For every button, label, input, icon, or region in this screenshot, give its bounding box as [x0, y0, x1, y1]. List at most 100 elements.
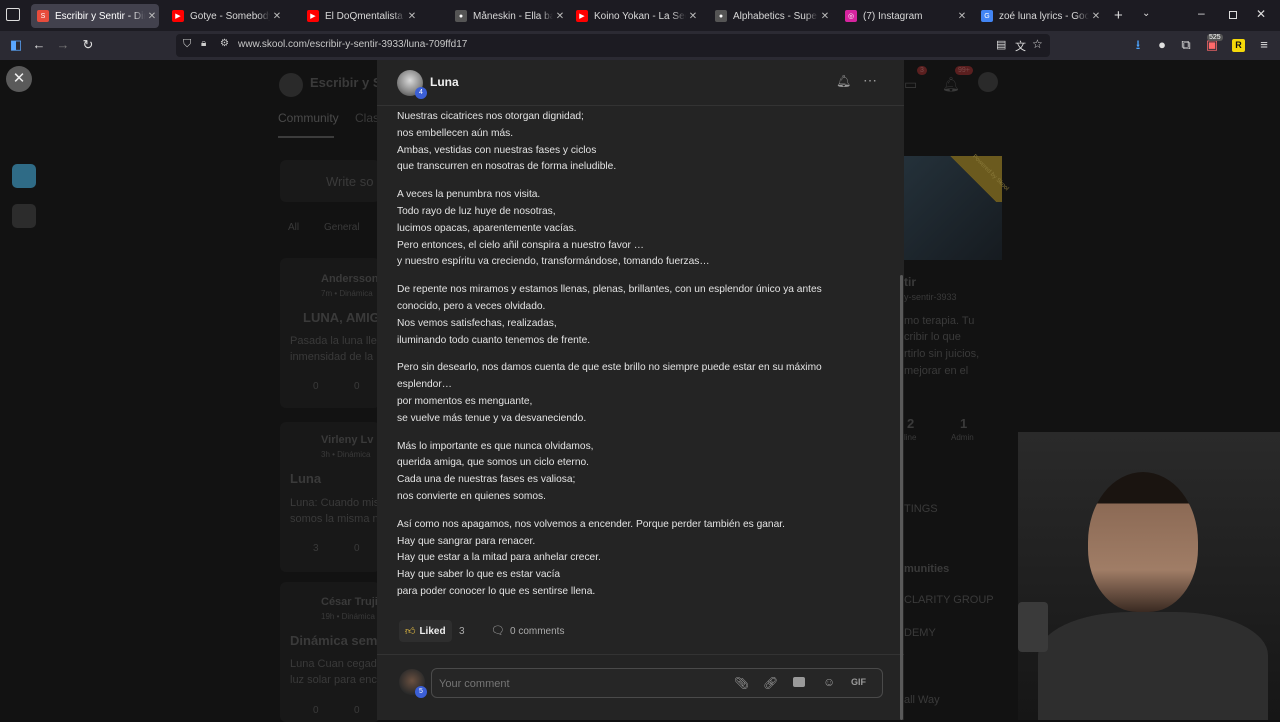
lock-icon[interactable]: 🔒︎ — [201, 38, 206, 49]
community-switch-2[interactable] — [12, 204, 36, 228]
minimize-icon[interactable]: – — [1198, 6, 1205, 20]
video-icon[interactable] — [793, 677, 805, 687]
filter-all[interactable]: All — [288, 222, 299, 233]
bell-icon-bg[interactable]: 🔔︎ — [942, 76, 960, 93]
reload-icon[interactable]: ↻ — [79, 36, 97, 54]
post1-body1: Pasada la luna llen — [290, 335, 383, 347]
close-window-icon[interactable]: ✕ — [1256, 7, 1266, 21]
post1-meta: 7m • Dinámica — [321, 289, 373, 298]
extension-r-icon[interactable]: R — [1232, 39, 1245, 52]
tab-close-icon[interactable]: ✕ — [1089, 11, 1103, 22]
community-item-1[interactable]: CLARITY GROUP — [904, 594, 994, 606]
browser-tab[interactable]: ● Måneskin - Ella baila sola✕ — [449, 4, 567, 28]
reader-view-icon[interactable]: ▤ — [996, 38, 1006, 51]
author-name[interactable]: Luna — [430, 75, 459, 89]
write-placeholder: Write so — [326, 174, 374, 189]
post2-author[interactable]: Virleny Lv — [321, 434, 373, 446]
tab-close-icon[interactable]: ✕ — [270, 11, 284, 22]
back-icon[interactable]: ← — [30, 36, 48, 54]
emoji-icon[interactable]: ☺ — [823, 675, 835, 689]
tab-title: zoé luna lyrics - Google Search — [999, 10, 1089, 22]
post2-title[interactable]: Luna — [290, 471, 321, 486]
tab-close-icon[interactable]: ✕ — [553, 11, 567, 22]
browser-tab[interactable]: ● Alphabetics - Supernova✕ — [709, 4, 832, 28]
settings-button[interactable]: TINGS — [904, 503, 938, 515]
scrollbar[interactable] — [900, 275, 903, 720]
post-modal: 4 Luna 🔔︎ ⋯ Nuestras cicatrices nos otor… — [377, 60, 904, 720]
browser-tab[interactable]: ▶ Koino Yokan - La Sed (Versión✕ — [570, 4, 700, 28]
notification-dot-1: 3 — [917, 66, 927, 75]
communities-title: munities — [904, 563, 950, 575]
sidebar-toggle-icon[interactable]: ◧ — [7, 36, 25, 54]
extensions-icon[interactable]: ⧉ — [1177, 36, 1195, 54]
account-icon[interactable]: ● — [1153, 36, 1171, 54]
author-level-badge: 4 — [415, 87, 427, 99]
comment-bubble-icon[interactable]: 🗨︎ — [491, 624, 505, 637]
chat-icon[interactable]: ▭ — [904, 76, 917, 93]
forward-icon[interactable]: → — [54, 36, 72, 54]
browser-tab[interactable]: Gzoé luna lyrics - Google Search✕ — [975, 4, 1103, 28]
post1-title[interactable]: LUNA, AMIG — [303, 310, 380, 325]
community-switch-1[interactable] — [12, 164, 36, 188]
nav-bar: ◧ ← → ↻ ⛉ 🔒︎ ⚙ www.skool.com/escribir-y-… — [0, 31, 1280, 60]
tab-close-icon[interactable]: ✕ — [955, 11, 969, 22]
tab-close-icon[interactable]: ✕ — [686, 11, 700, 22]
browser-tab[interactable]: ◎ (7) Instagram ✕ — [839, 4, 969, 28]
filter-general[interactable]: General — [324, 222, 360, 233]
post3-comments: 0 — [354, 705, 360, 716]
download-icon[interactable]: ⭳ — [1129, 36, 1147, 54]
more-options-icon[interactable]: ⋯ — [863, 72, 878, 89]
post-line: Cada una de nuestras fases es valiosa; — [397, 474, 576, 486]
post-line: De repente nos miramos y estamos llenas,… — [397, 284, 822, 296]
comment-field[interactable] — [439, 675, 719, 693]
post-line: Pero sin desearlo, nos damos cuenta de q… — [397, 362, 822, 374]
address-bar[interactable]: ⛉ 🔒︎ ⚙ www.skool.com/escribir-y-sentir-3… — [176, 34, 1050, 57]
bookmark-star-icon[interactable]: ☆ — [1032, 37, 1043, 51]
post-line: Así como nos apagamos, nos volvemos a en… — [397, 518, 785, 530]
tab-classroom[interactable]: Clas — [355, 111, 379, 125]
comment-input[interactable]: 📎︎ 🔗︎ ☺ GIF — [431, 668, 883, 698]
link-icon[interactable]: 🔗︎ — [763, 676, 778, 690]
tab-title: (7) Instagram — [863, 10, 923, 22]
tab-close-icon[interactable]: ✕ — [818, 11, 832, 22]
post-paragraph: Así como nos apagamos, nos volvemos a en… — [397, 517, 867, 601]
tab-overview-icon[interactable] — [6, 8, 20, 21]
maximize-icon[interactable] — [1229, 11, 1237, 19]
tab-close-icon[interactable]: ✕ — [405, 11, 419, 22]
new-tab-icon[interactable]: + — [1114, 7, 1123, 24]
tab-list-icon[interactable]: ⌄ — [1142, 8, 1150, 19]
post2-meta: 3h • Dinámica — [321, 450, 371, 459]
tab-close-icon[interactable]: ✕ — [145, 11, 159, 22]
like-button[interactable]: 👍︎ Liked — [399, 620, 452, 642]
community-item-2[interactable]: DEMY — [904, 627, 936, 639]
post3-title[interactable]: Dinámica sema — [290, 633, 385, 648]
post3-author[interactable]: César Trujil — [321, 596, 381, 608]
shield-icon[interactable]: ⛉ — [183, 38, 191, 51]
gif-button[interactable]: GIF — [851, 677, 866, 687]
url-text[interactable]: www.skool.com/escribir-y-sentir-3933/lun… — [238, 39, 467, 50]
post-line: por momentos es menguante, — [397, 395, 533, 407]
post-line: Hay que sangrar para renacer. — [397, 535, 536, 547]
post-line: Más lo importante es que nunca olvidamos… — [397, 440, 594, 452]
like-count[interactable]: 3 — [459, 626, 465, 637]
permissions-icon[interactable]: ⚙ — [220, 38, 229, 49]
post-line: Nuestras cicatrices nos otorgan dignidad… — [397, 111, 584, 122]
browser-tab[interactable]: S Escribir y Sentir - Dinámica✕ — [31, 4, 159, 28]
community-item-3[interactable]: all Way — [904, 694, 940, 706]
menu-icon[interactable]: ≡ — [1255, 36, 1273, 54]
browser-tab[interactable]: ▶ El DoQmentalista en vivo de✕ — [301, 4, 419, 28]
browser-tab[interactable]: ▶ Gotye - Somebody That I Used✕ — [166, 4, 284, 28]
user-avatar-bg[interactable] — [978, 72, 998, 92]
tab-title: Måneskin - Ella baila sola — [473, 10, 553, 22]
post-line: conocido, pero a veces olvidado. — [397, 300, 546, 312]
tab-community[interactable]: Community — [278, 111, 339, 125]
comments-count[interactable]: 0 comments — [510, 626, 564, 637]
close-overlay-icon[interactable]: ✕ — [6, 66, 32, 92]
bell-icon[interactable]: 🔔︎ — [836, 74, 851, 88]
translate-icon[interactable]: 文 — [1015, 38, 1026, 54]
attachment-icon[interactable]: 📎︎ — [734, 676, 749, 690]
post-line: A veces la penumbra nos visita. — [397, 189, 541, 201]
post1-author[interactable]: Andersson — [321, 273, 378, 285]
post-line: querida amiga, que somos un ciclo eterno… — [397, 457, 589, 469]
webcam-overlay — [1018, 432, 1280, 720]
